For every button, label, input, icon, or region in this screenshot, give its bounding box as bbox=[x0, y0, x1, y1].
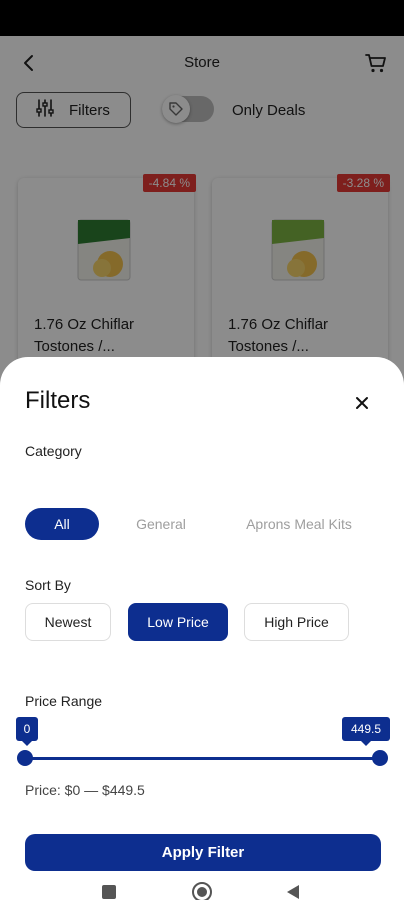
price-range-track[interactable] bbox=[25, 757, 381, 760]
category-tab-all[interactable]: All bbox=[25, 508, 99, 540]
range-max-thumb[interactable] bbox=[372, 750, 388, 766]
price-range-label: Price Range bbox=[25, 693, 103, 709]
system-nav-bar bbox=[0, 871, 404, 900]
circle-home-icon[interactable] bbox=[191, 881, 213, 900]
range-max-tooltip: 449.5 bbox=[342, 717, 390, 746]
close-icon[interactable] bbox=[352, 393, 372, 413]
category-label: Category bbox=[25, 443, 82, 459]
range-min-thumb[interactable] bbox=[17, 750, 33, 766]
filters-sheet: Filters Category All General Aprons Meal… bbox=[0, 357, 404, 900]
category-tab-general[interactable]: General bbox=[120, 508, 202, 540]
sort-newest-button[interactable]: Newest bbox=[25, 603, 111, 641]
triangle-back-icon[interactable] bbox=[284, 883, 302, 900]
sheet-title: Filters bbox=[25, 387, 91, 414]
sort-by-label: Sort By bbox=[25, 577, 71, 593]
sort-low-price-button[interactable]: Low Price bbox=[128, 603, 228, 641]
status-bar bbox=[0, 0, 404, 36]
apply-filter-button[interactable]: Apply Filter bbox=[25, 834, 381, 871]
price-summary: Price: $0 — $449.5 bbox=[25, 782, 145, 798]
store-screen: Store Filters Only Deals -4.84 % 1.76 Oz… bbox=[0, 36, 404, 900]
range-min-tooltip: 0 bbox=[16, 717, 38, 746]
category-tab-aprons-meal-kits[interactable]: Aprons Meal Kits bbox=[228, 508, 370, 540]
square-nav-icon[interactable] bbox=[102, 885, 116, 899]
sort-high-price-button[interactable]: High Price bbox=[244, 603, 349, 641]
